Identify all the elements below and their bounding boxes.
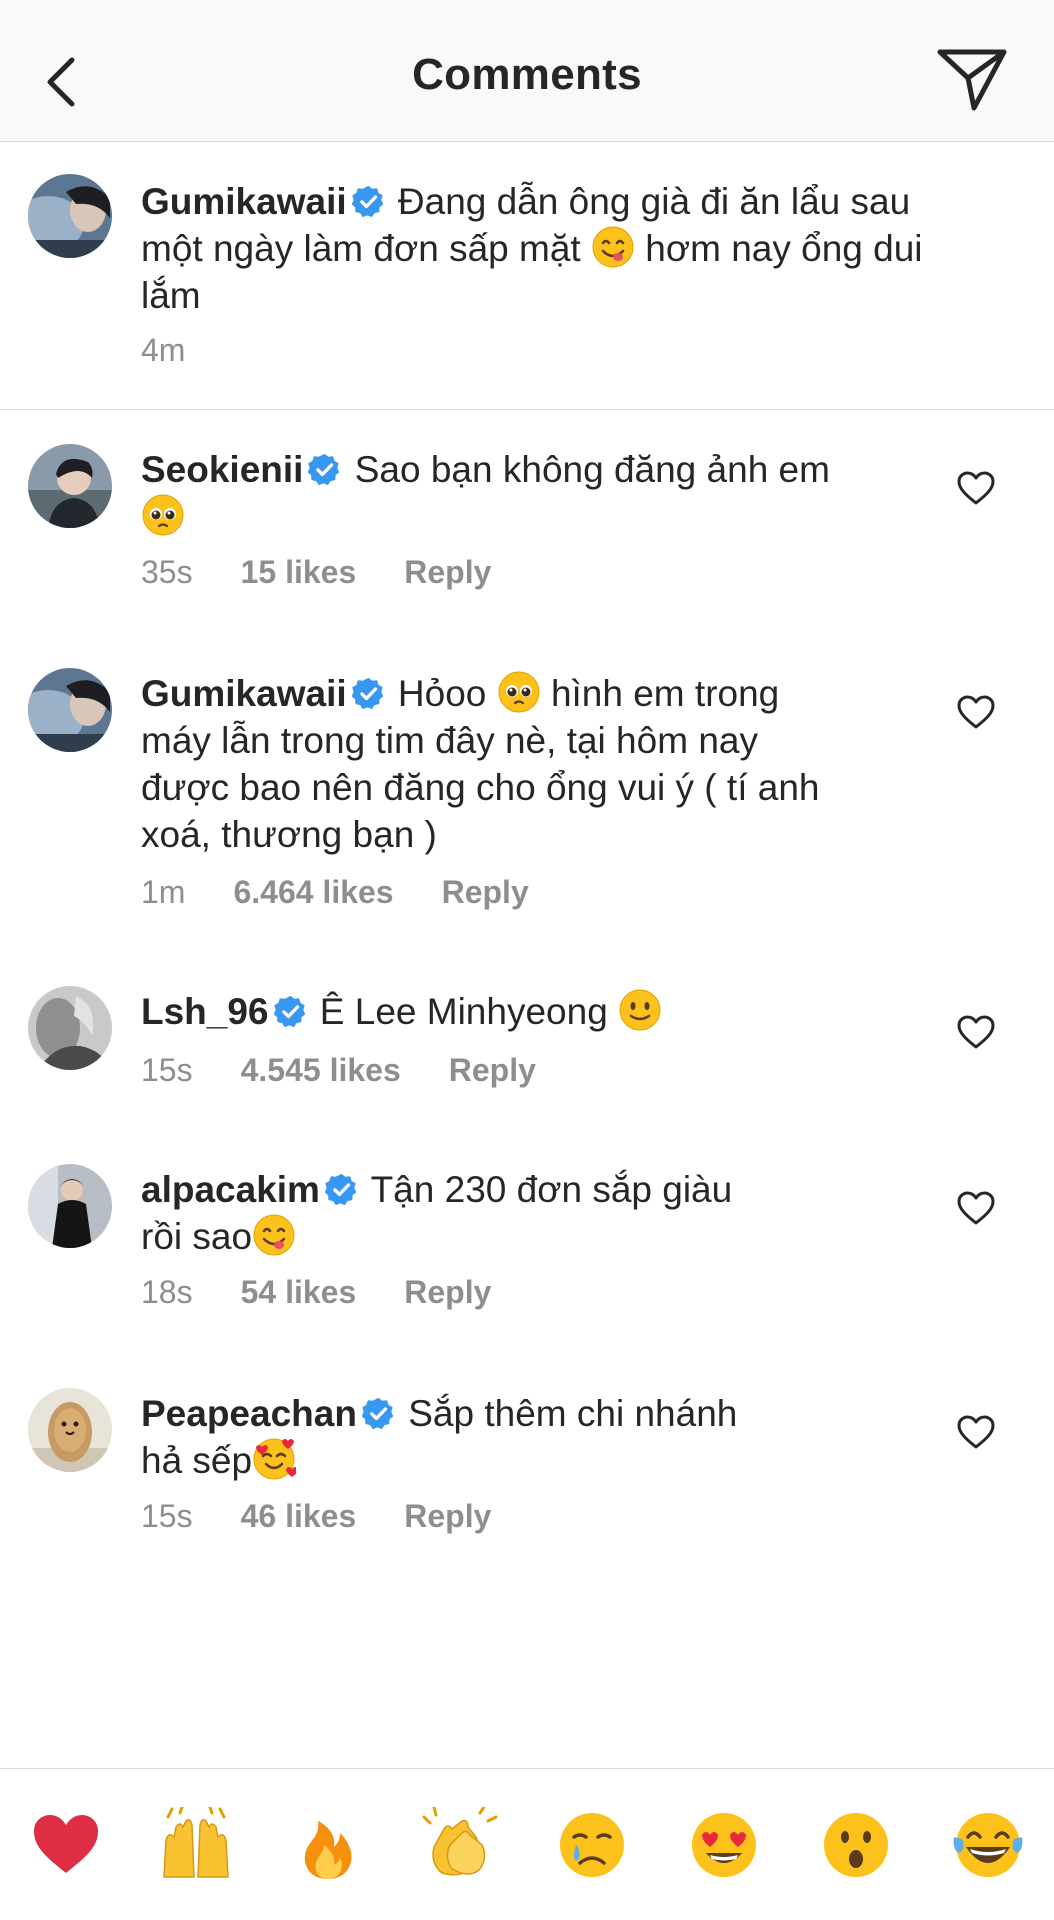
reply-button[interactable]: Reply bbox=[442, 874, 529, 910]
reply-button[interactable]: Reply bbox=[449, 1052, 536, 1088]
verified-badge-icon bbox=[352, 677, 385, 710]
smiling-face-with-hearts-icon bbox=[252, 1437, 297, 1481]
like-count[interactable]: 54 likes bbox=[241, 1274, 357, 1310]
heart-icon[interactable] bbox=[956, 1190, 996, 1226]
surprised-face-reaction-button[interactable] bbox=[818, 1807, 894, 1883]
reply-button[interactable]: Reply bbox=[404, 554, 491, 590]
comment-meta: 18s 54 likes Reply bbox=[141, 1274, 539, 1311]
avatar[interactable] bbox=[28, 1388, 112, 1472]
avatar[interactable] bbox=[28, 174, 112, 258]
heart-icon[interactable] bbox=[956, 1414, 996, 1450]
pleading-face-icon bbox=[141, 493, 185, 537]
comment-text: alpacakim Tận 230 đơn sắp giàu rồi sao bbox=[141, 1169, 733, 1257]
caption-meta: 4m bbox=[141, 332, 233, 369]
quick-reaction-bar bbox=[0, 1768, 1054, 1920]
like-count[interactable]: 15 likes bbox=[241, 554, 357, 590]
username[interactable]: alpacakim bbox=[141, 1169, 320, 1210]
clapping-hands-icon bbox=[422, 1807, 498, 1876]
comment-meta: 1m 6.464 likes Reply bbox=[141, 874, 577, 911]
comment-text: Seokienii Sao bạn không đăng ảnh em bbox=[141, 446, 921, 540]
avatar[interactable] bbox=[28, 668, 112, 752]
yum-face-icon bbox=[591, 225, 635, 269]
username[interactable]: Gumikawaii bbox=[141, 181, 347, 222]
tears-of-joy-icon bbox=[953, 1813, 1023, 1877]
verified-badge-icon bbox=[308, 453, 341, 486]
timestamp: 4m bbox=[141, 332, 186, 368]
verified-badge-icon bbox=[274, 995, 307, 1028]
red-heart-reaction-button[interactable] bbox=[28, 1807, 104, 1883]
header-bar: Comments bbox=[0, 0, 1054, 142]
comment-text: Lsh_96 Ê Lee Minhyeong bbox=[141, 988, 931, 1035]
crying-face-icon bbox=[560, 1813, 624, 1877]
share-button[interactable] bbox=[934, 44, 1010, 114]
comment-text: Peapeachan Sắp thêm chi nhánh hả sếp bbox=[141, 1393, 738, 1481]
crying-face-reaction-button[interactable] bbox=[554, 1807, 630, 1883]
timestamp: 18s bbox=[141, 1274, 193, 1310]
like-count[interactable]: 4.545 likes bbox=[241, 1052, 401, 1088]
slight-smile-icon bbox=[618, 988, 662, 1032]
pleading-face-icon bbox=[497, 670, 541, 714]
fire-icon bbox=[304, 1821, 352, 1879]
page-title: Comments bbox=[412, 50, 642, 99]
timestamp: 35s bbox=[141, 554, 193, 590]
timestamp: 15s bbox=[141, 1052, 193, 1088]
verified-badge-icon bbox=[325, 1173, 358, 1206]
raising-hands-reaction-button[interactable] bbox=[158, 1807, 234, 1883]
yum-face-icon bbox=[252, 1213, 296, 1257]
reply-button[interactable]: Reply bbox=[404, 1498, 491, 1534]
heart-icon[interactable] bbox=[956, 1014, 996, 1050]
timestamp: 1m bbox=[141, 874, 186, 910]
heart-icon[interactable] bbox=[956, 470, 996, 506]
post-caption: Gumikawaii Đang dẫn ông già đi ăn lẩu sa… bbox=[0, 142, 1054, 410]
heart-eyes-icon bbox=[692, 1813, 756, 1877]
comment-meta: 35s 15 likes Reply bbox=[141, 554, 539, 591]
like-count[interactable]: 46 likes bbox=[241, 1498, 357, 1534]
username[interactable]: Peapeachan bbox=[141, 1393, 357, 1434]
verified-badge-icon bbox=[362, 1397, 395, 1430]
heart-icon[interactable] bbox=[956, 694, 996, 730]
username[interactable]: Gumikawaii bbox=[141, 673, 347, 714]
tears-of-joy-reaction-button[interactable] bbox=[950, 1807, 1026, 1883]
surprised-face-icon bbox=[824, 1813, 888, 1877]
like-count[interactable]: 6.464 likes bbox=[233, 874, 393, 910]
comment-meta: 15s 4.545 likes Reply bbox=[141, 1052, 584, 1089]
fire-reaction-button[interactable] bbox=[290, 1807, 366, 1883]
comment-text: Gumikawaii Hỏoo hình em trong máy lẫn tr… bbox=[141, 670, 931, 858]
clapping-hands-reaction-button[interactable] bbox=[422, 1807, 498, 1883]
username[interactable]: Seokienii bbox=[141, 449, 303, 490]
reply-button[interactable]: Reply bbox=[404, 1274, 491, 1310]
raising-hands-icon bbox=[163, 1807, 229, 1878]
paper-plane-icon bbox=[937, 49, 1007, 111]
avatar[interactable] bbox=[28, 444, 112, 528]
comment-meta: 15s 46 likes Reply bbox=[141, 1498, 539, 1535]
avatar[interactable] bbox=[28, 1164, 112, 1248]
timestamp: 15s bbox=[141, 1498, 193, 1534]
red-heart-icon bbox=[34, 1815, 98, 1873]
caption-text: Gumikawaii Đang dẫn ông già đi ăn lẩu sa… bbox=[141, 181, 923, 316]
verified-badge-icon bbox=[352, 185, 385, 218]
username[interactable]: Lsh_96 bbox=[141, 991, 269, 1032]
avatar[interactable] bbox=[28, 986, 112, 1070]
heart-eyes-reaction-button[interactable] bbox=[686, 1807, 762, 1883]
